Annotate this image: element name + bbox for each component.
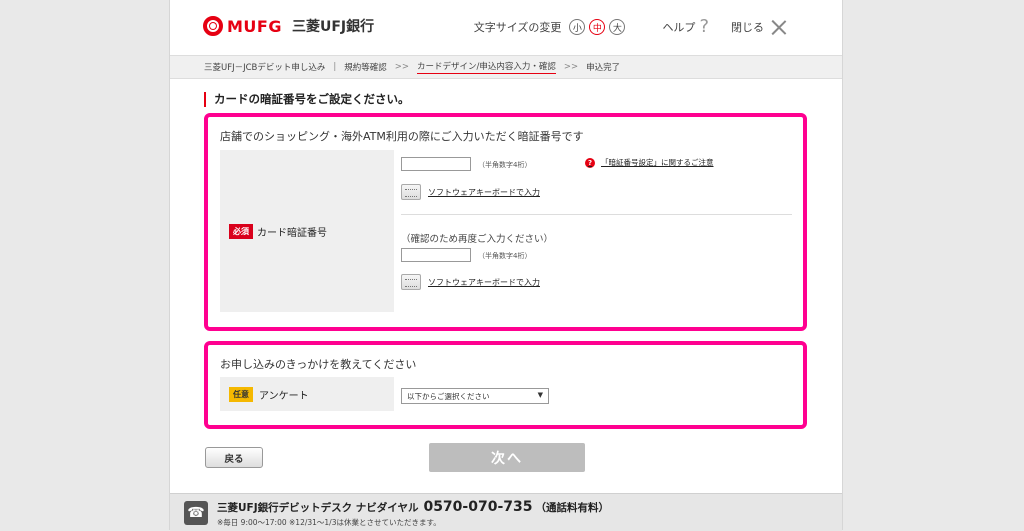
breadcrumb-separator: >> [563,62,579,72]
survey-section-title: お申し込みのきっかけを教えてください [220,358,417,371]
header: MUFG 三菱UFJ銀行 文字サイズの変更 小 中 大 ヘルプ ? 閉じる [170,0,842,55]
breadcrumb-separator: >> [394,62,410,72]
close-label: 閉じる [731,21,764,34]
pin-section-title: 店舗でのショッピング・海外ATM利用の際にご入力いただく暗証番号です [220,130,584,143]
pin-hint: （半角数字4桁） [478,161,532,169]
mufg-logo[interactable]: MUFG 三菱UFJ銀行 [203,16,374,36]
question-mark-icon: ? [699,16,709,37]
help-button[interactable]: ヘルプ ? [662,18,709,36]
page-container: MUFG 三菱UFJ銀行 文字サイズの変更 小 中 大 ヘルプ ? 閉じる 三菱… [169,0,843,531]
software-keyboard-label: ソフトウェアキーボードで入力 [428,187,540,197]
pin-input[interactable] [401,157,471,171]
close-button[interactable]: 閉じる [731,19,786,35]
breadcrumb-step-complete: 申込完了 [586,63,621,73]
footer-phone-number: 0570-070-735 [423,499,533,515]
divider [401,214,792,215]
back-button[interactable]: 戻る [205,447,263,468]
text-size-label: 文字サイズの変更 [473,21,562,34]
dropdown-arrow-icon: ▼ [537,391,543,399]
help-label: ヘルプ [662,21,696,34]
footer: ☎ 三菱UFJ銀行デビットデスク ナビダイヤル 0570-070-735 （通話料有… [170,493,842,531]
text-size-medium-button[interactable]: 中 [589,19,606,35]
page-title: カードの暗証番号をご設定ください。 [204,92,410,107]
keyboard-icon [401,184,421,200]
pin-field-label-group: 必須 カード暗証番号 [229,224,327,239]
footer-hours: ※毎日 9:00～17:00 ※12/31～1/3は休業とさせていただきます。 [217,518,441,527]
mufg-logo-icon [203,16,223,36]
software-keyboard-label: ソフトウェアキーボードで入力 [428,277,540,287]
survey-select[interactable]: 以下からご選択ください ▼ [401,388,549,404]
next-button[interactable]: 次へ [429,443,585,472]
keyboard-icon [401,274,421,290]
survey-label-cell: 任意 アンケート [220,377,394,411]
next-button-label: 次へ [491,450,523,467]
pin-field-label: カード暗証番号 [257,228,327,239]
software-keyboard-link-confirm[interactable]: ソフトウェアキーボードで入力 [401,274,540,290]
logo-text: MUFG [227,16,282,36]
pin-label-cell: 必須 カード暗証番号 [220,150,394,312]
survey-section: お申し込みのきっかけを教えてください 任意 アンケート 以下からご選択ください … [204,341,807,429]
bank-name: 三菱UFJ銀行 [291,19,375,35]
footer-contact: 三菱UFJ銀行デビットデスク ナビダイヤル 0570-070-735 （通話料有料） [217,499,609,515]
breadcrumb-separator: | [333,62,337,72]
survey-select-value: 以下からご選択ください [407,391,490,401]
pin-section: 店舗でのショッピング・海外ATM利用の際にご入力いただく暗証番号です 必須 カー… [204,113,807,331]
pin-confirm-input[interactable] [401,248,471,262]
text-size-large-button[interactable]: 大 [609,19,626,35]
breadcrumb: 三菱UFJ－JCBデビット申し込み | 規約等確認 >> カードデザイン/申込内… [170,55,842,79]
pin-notice-text: 「暗証番号設定」に関するご注意 [601,158,714,167]
phone-icon: ☎ [184,501,208,525]
close-icon [772,20,786,34]
software-keyboard-link[interactable]: ソフトウェアキーボードで入力 [401,184,540,200]
pin-confirm-hint: （半角数字4桁） [478,252,532,260]
footer-desk-name: 三菱UFJ銀行デビットデスク ナビダイヤル [217,502,419,514]
pin-confirm-label: （確認のため再度ご入力ください） [401,234,554,245]
breadcrumb-step-current: カードデザイン/申込内容入力・確認 [417,62,556,74]
caution-icon: ? [585,157,595,168]
required-badge: 必須 [229,224,253,239]
text-size-small-button[interactable]: 小 [569,19,586,35]
pin-notice-link[interactable]: ? 「暗証番号設定」に関するご注意 [585,157,714,168]
breadcrumb-step-terms: 規約等確認 [344,63,387,73]
survey-field-label: アンケート [259,391,309,402]
breadcrumb-step-apply: 三菱UFJ－JCBデビット申し込み [204,63,326,73]
header-utilities: 文字サイズの変更 小 中 大 ヘルプ ? 閉じる [474,18,786,36]
survey-field-label-group: 任意 アンケート [229,387,309,402]
footer-fee-note: （通話料有料） [535,502,610,514]
optional-badge: 任意 [229,387,253,402]
